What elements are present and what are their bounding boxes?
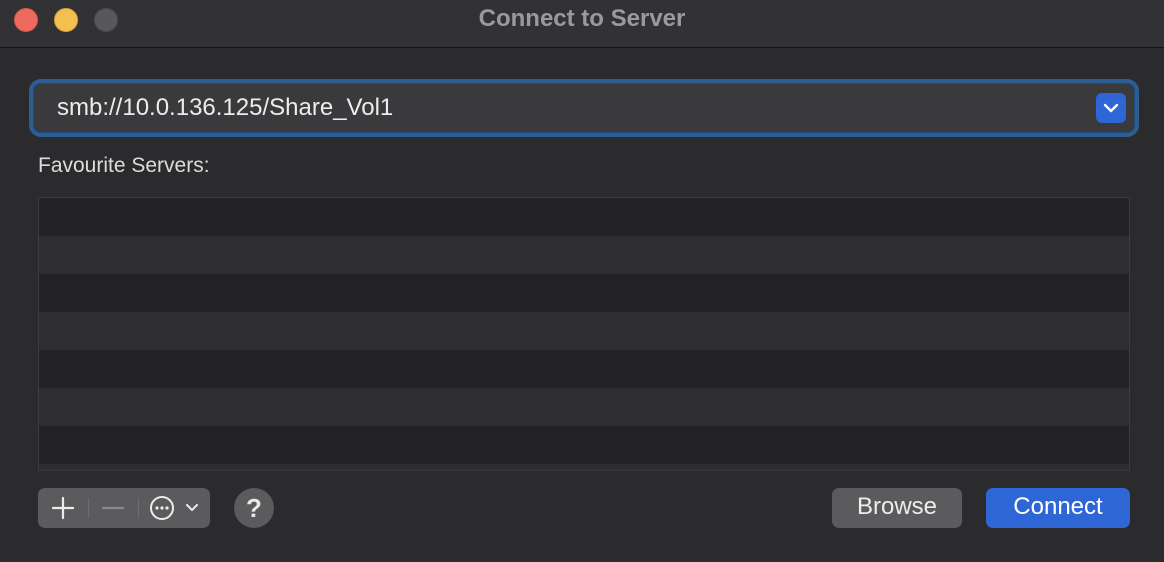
- server-address-input[interactable]: smb://10.0.136.125/Share_Vol1: [57, 92, 393, 124]
- list-row[interactable]: [39, 464, 1129, 470]
- list-row[interactable]: [39, 388, 1129, 426]
- list-row[interactable]: [39, 312, 1129, 350]
- favourite-servers-label: Favourite Servers:: [38, 154, 210, 177]
- favourite-actions-menu-button[interactable]: [138, 488, 210, 528]
- add-favourite-button[interactable]: [38, 488, 88, 528]
- server-address-combobox[interactable]: smb://10.0.136.125/Share_Vol1: [33, 83, 1135, 133]
- connect-to-server-window: Connect to Server smb://10.0.136.125/Sha…: [0, 0, 1164, 562]
- help-button[interactable]: ?: [234, 488, 274, 528]
- minus-icon: [101, 506, 125, 510]
- recent-servers-dropdown-button[interactable]: [1096, 93, 1126, 123]
- list-row[interactable]: [39, 198, 1129, 236]
- favourites-segmented-control: [38, 488, 210, 528]
- ellipsis-circle-icon: [150, 496, 174, 520]
- plus-icon: [51, 496, 75, 520]
- connect-button[interactable]: Connect: [986, 488, 1130, 528]
- window-title: Connect to Server: [478, 5, 686, 32]
- chevron-down-icon: [186, 504, 198, 511]
- favourite-servers-list[interactable]: [38, 197, 1130, 471]
- chevron-down-icon: [1103, 103, 1119, 113]
- list-row[interactable]: [39, 350, 1129, 388]
- browse-button[interactable]: Browse: [832, 488, 962, 528]
- remove-favourite-button[interactable]: [88, 488, 138, 528]
- list-row[interactable]: [39, 426, 1129, 464]
- list-row[interactable]: [39, 274, 1129, 312]
- title-bar: Connect to Server: [0, 0, 1164, 48]
- list-row[interactable]: [39, 236, 1129, 274]
